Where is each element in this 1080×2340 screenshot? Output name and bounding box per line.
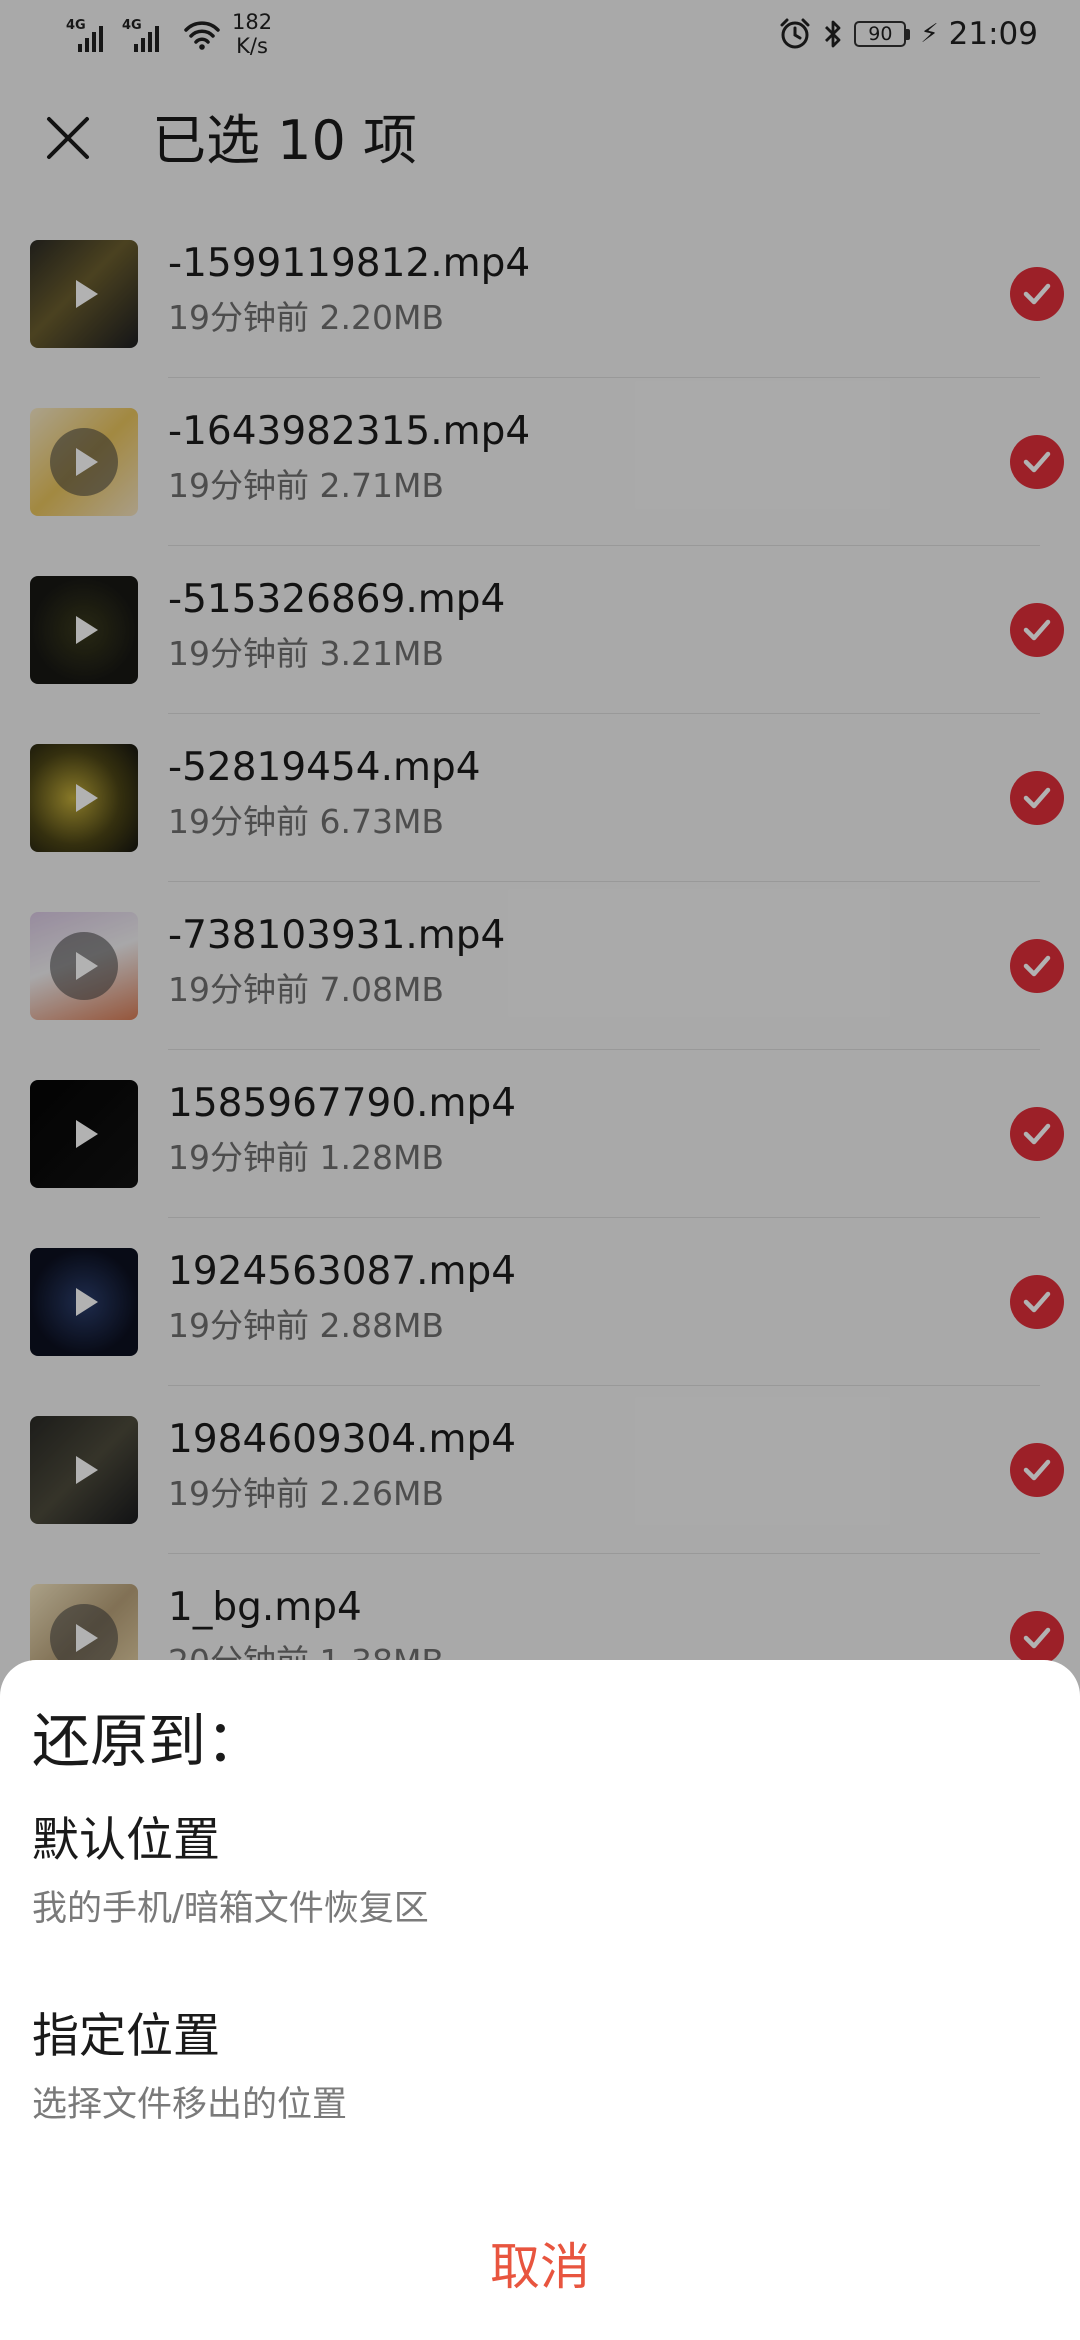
option-title: 指定位置 bbox=[32, 2009, 220, 2064]
option-title: 默认位置 bbox=[32, 1813, 220, 1868]
sheet-title: 还原到： bbox=[32, 1707, 265, 1775]
option-subtitle: 我的手机/暗箱文件恢复区 bbox=[32, 1889, 429, 1929]
option-specified-location[interactable]: 指定位置 选择文件移出的位置 bbox=[32, 2006, 1032, 2156]
option-subtitle: 选择文件移出的位置 bbox=[32, 2085, 348, 2125]
cancel-button[interactable]: 取消 bbox=[440, 2230, 640, 2304]
option-default-location[interactable]: 默认位置 我的手机/暗箱文件恢复区 bbox=[32, 1810, 1032, 1960]
restore-bottom-sheet: 还原到： 默认位置 我的手机/暗箱文件恢复区 指定位置 选择文件移出的位置 取消 bbox=[0, 1660, 1080, 2340]
